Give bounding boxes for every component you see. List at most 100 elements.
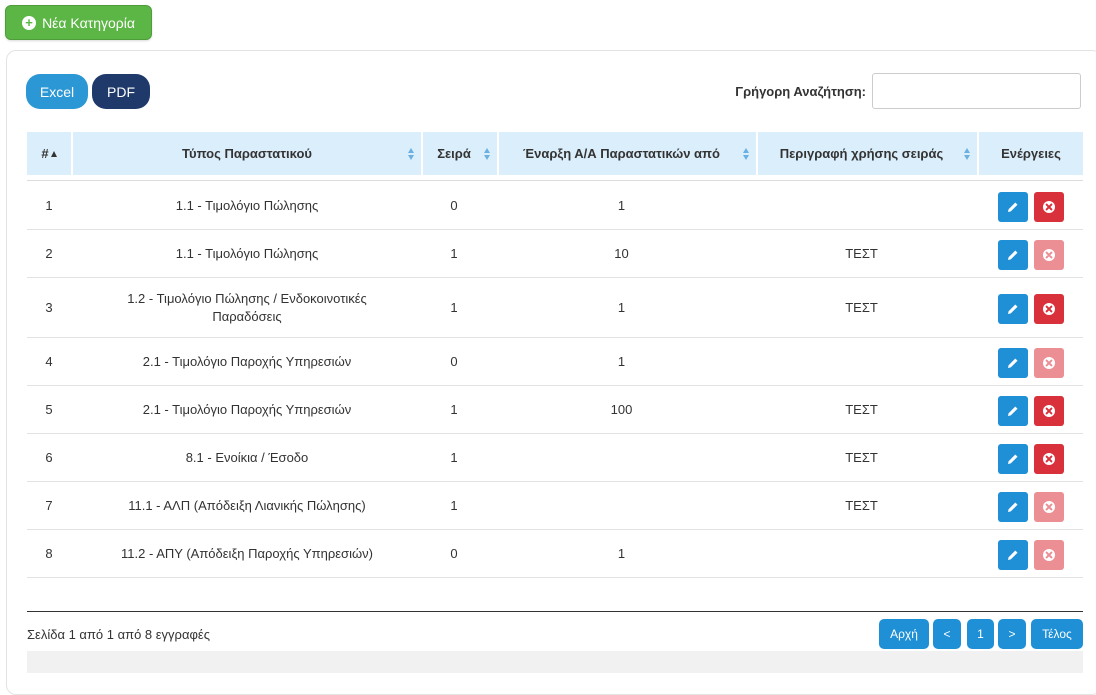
new-category-button[interactable]: + Νέα Κατηγορία (5, 5, 152, 40)
cell-start: 100 (610, 402, 633, 417)
cell-type: 2.1 - Τιμολόγιο Παροχής Υπηρεσιών (142, 354, 352, 369)
table-row: 6 8.1 - Ενοίκια / Έσοδο 1 ΤΕΣΤ (27, 435, 1083, 482)
cell-num: 4 (45, 354, 53, 369)
cell-start: 10 (614, 246, 629, 261)
edit-button[interactable] (998, 539, 1028, 570)
delete-button[interactable] (1034, 539, 1064, 570)
column-header-num[interactable]: # (27, 132, 71, 175)
pencil-icon (1006, 302, 1020, 316)
cell-num: 7 (45, 498, 53, 513)
page-last-button[interactable]: Τέλος (1031, 619, 1083, 649)
pencil-icon (1006, 500, 1020, 514)
pagination-info: Σελίδα 1 από 1 από 8 εγγραφές (27, 627, 210, 642)
column-header-desc-label: Περιγραφή χρήσης σειράς (779, 146, 944, 161)
cell-start: 1 (617, 354, 626, 369)
delete-button[interactable] (1034, 347, 1064, 378)
sort-icon (408, 147, 415, 160)
cell-desc (758, 531, 977, 577)
cell-start (499, 435, 756, 481)
cell-desc: ΤΕΣΤ (845, 246, 878, 261)
page-next-button[interactable]: > (998, 619, 1026, 649)
page-first-button[interactable]: Αρχή (879, 619, 929, 649)
cell-type: 1.2 - Τιμολόγιο Πώλησης / Ενδοκοινοτικές… (127, 291, 367, 324)
cell-type: 11.1 - ΑΛΠ (Απόδειξη Λιανικής Πώλησης) (128, 498, 366, 513)
times-circle-icon (1042, 200, 1056, 214)
edit-button[interactable] (998, 491, 1028, 522)
cell-num: 8 (45, 546, 53, 561)
cell-desc: ΤΕΣΤ (845, 498, 878, 513)
cell-num: 1 (45, 198, 53, 213)
times-circle-icon (1042, 404, 1056, 418)
times-circle-icon (1042, 452, 1056, 466)
edit-button[interactable] (998, 191, 1028, 222)
column-header-actions: Ενέργειες (979, 132, 1083, 175)
cell-series: 1 (450, 498, 458, 513)
column-header-desc[interactable]: Περιγραφή χρήσης σειράς (758, 132, 977, 175)
table-row: 4 2.1 - Τιμολόγιο Παροχής Υπηρεσιών 0 1 (27, 339, 1083, 386)
delete-button[interactable] (1034, 395, 1064, 426)
times-circle-icon (1042, 548, 1056, 562)
delete-button[interactable] (1034, 443, 1064, 474)
search-input[interactable] (872, 73, 1081, 109)
sort-icon (484, 147, 491, 160)
cell-series: 0 (450, 354, 458, 369)
cell-type: 11.2 - ΑΠΥ (Απόδειξη Παροχής Υπηρεσιών) (121, 546, 373, 561)
table-row: 7 11.1 - ΑΛΠ (Απόδειξη Λιανικής Πώλησης) 1… (27, 483, 1083, 530)
footer-bar (27, 651, 1083, 673)
cell-num: 3 (45, 300, 53, 315)
cell-type: 1.1 - Τιμολόγιο Πώλησης (175, 198, 319, 213)
times-circle-icon (1042, 302, 1056, 316)
search-label: Γρήγορη Αναζήτηση: (735, 84, 866, 99)
cell-start (499, 483, 756, 529)
cell-num: 5 (45, 402, 53, 417)
column-header-actions-label: Ενέργειες (1001, 146, 1061, 161)
cell-type: 2.1 - Τιμολόγιο Παροχής Υπηρεσιών (142, 402, 352, 417)
delete-button[interactable] (1034, 293, 1064, 324)
column-header-series[interactable]: Σειρά (423, 132, 497, 175)
cell-start: 1 (617, 300, 626, 315)
page-prev-button[interactable]: < (933, 619, 961, 649)
table-row: 3 1.2 - Τιμολόγιο Πώλησης / Ενδοκοινοτικέ… (27, 279, 1083, 338)
new-category-label: Νέα Κατηγορία (42, 14, 135, 31)
excel-export-button[interactable]: Excel (26, 74, 88, 109)
cell-desc: ΤΕΣΤ (845, 300, 878, 315)
column-header-start[interactable]: Έναρξη Α/Α Παραστατικών από (499, 132, 756, 175)
cell-series: 0 (450, 546, 458, 561)
table-row: 1 1.1 - Τιμολόγιο Πώλησης 0 1 (27, 183, 1083, 230)
sort-asc-icon (50, 150, 57, 157)
header-divider (27, 180, 1083, 181)
delete-button[interactable] (1034, 239, 1064, 270)
pencil-icon (1006, 404, 1020, 418)
cell-series: 0 (450, 198, 458, 213)
table-row: 2 1.1 - Τιμολόγιο Πώλησης 1 10 ΤΕΣΤ (27, 231, 1083, 278)
pencil-icon (1006, 452, 1020, 466)
cell-type: 8.1 - Ενοίκια / Έσοδο (185, 450, 309, 465)
times-circle-icon (1042, 356, 1056, 370)
cell-desc: ΤΕΣΤ (845, 450, 878, 465)
pencil-icon (1006, 356, 1020, 370)
pencil-icon (1006, 248, 1020, 262)
column-header-num-label: # (41, 146, 49, 161)
cell-series: 1 (450, 300, 458, 315)
edit-button[interactable] (998, 347, 1028, 378)
delete-button[interactable] (1034, 191, 1064, 222)
cell-start: 1 (617, 546, 626, 561)
edit-button[interactable] (998, 395, 1028, 426)
edit-button[interactable] (998, 239, 1028, 270)
edit-button[interactable] (998, 443, 1028, 474)
edit-button[interactable] (998, 293, 1028, 324)
cell-series: 1 (450, 402, 458, 417)
column-header-type-label: Τύπος Παραστατικού (182, 146, 312, 161)
plus-circle-icon: + (22, 15, 37, 30)
cell-series: 1 (450, 450, 458, 465)
column-header-type[interactable]: Τύπος Παραστατικού (73, 132, 421, 175)
table-row: 8 11.2 - ΑΠΥ (Απόδειξη Παροχής Υπηρεσιών)… (27, 531, 1083, 578)
cell-desc (758, 183, 977, 229)
table-row: 5 2.1 - Τιμολόγιο Παροχής Υπηρεσιών 1 100 ΤΕ… (27, 387, 1083, 434)
cell-num: 6 (45, 450, 53, 465)
delete-button[interactable] (1034, 491, 1064, 522)
times-circle-icon (1042, 500, 1056, 514)
pdf-export-button[interactable]: PDF (92, 74, 150, 109)
page-current-button[interactable]: 1 (967, 619, 994, 649)
cell-type: 1.1 - Τιμολόγιο Πώλησης (175, 246, 319, 261)
